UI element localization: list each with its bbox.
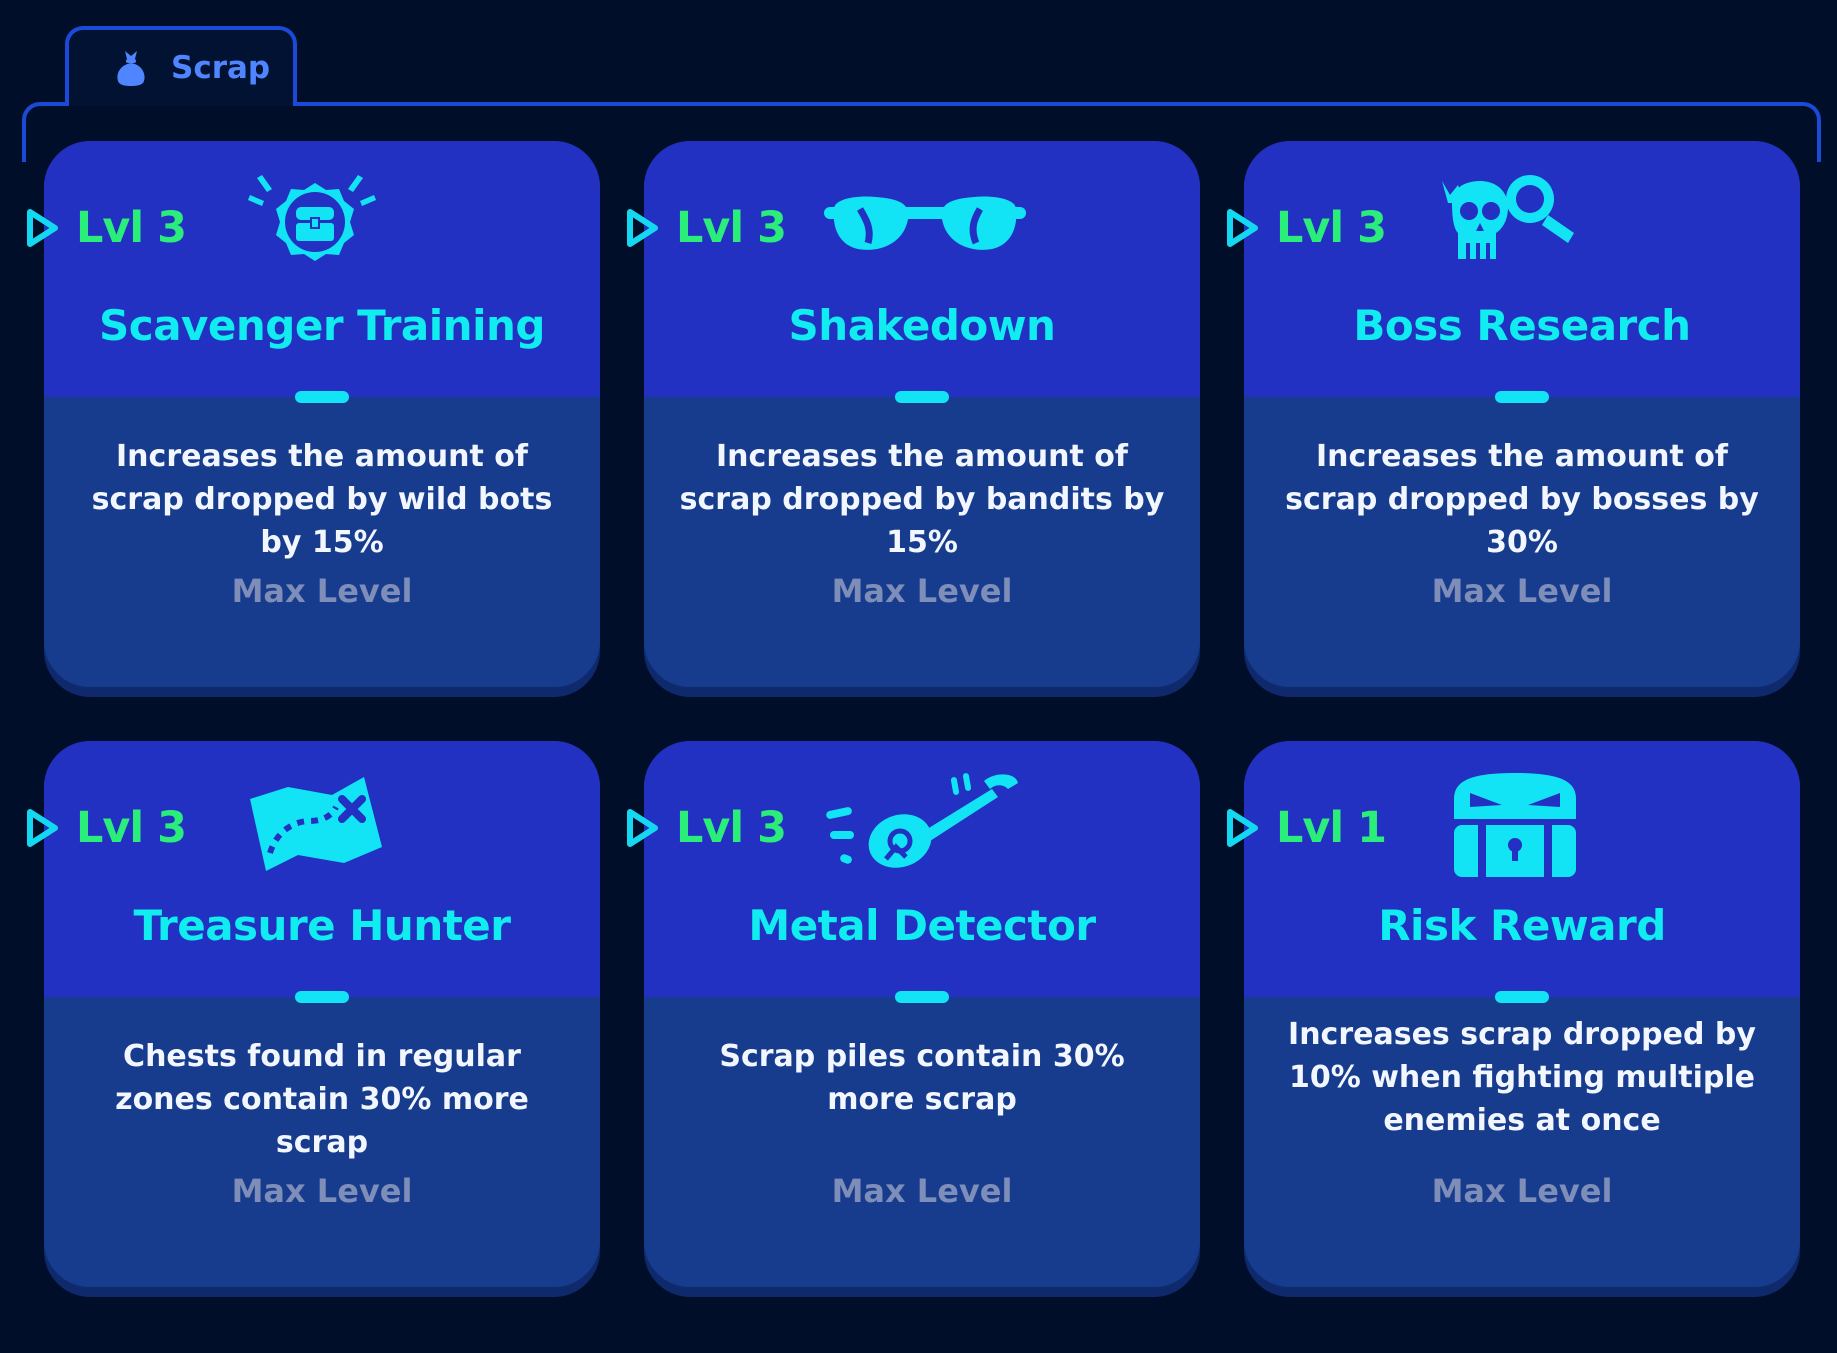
sunglasses-icon [824, 196, 1026, 250]
perk-card-treasure-hunter[interactable]: Lvl 3 Treasure Hunter Chests found in re… [44, 741, 600, 1287]
play-arrow-icon [1227, 809, 1258, 847]
perk-status: Max Level [831, 572, 1013, 610]
perk-title: Metal Detector [748, 901, 1096, 950]
perk-title: Scavenger Training [99, 301, 545, 350]
divider [1495, 391, 1549, 403]
divider [895, 991, 949, 1003]
level-label: Lvl 3 [676, 203, 787, 253]
play-arrow-icon [27, 809, 58, 847]
level-label: Lvl 3 [1276, 203, 1387, 253]
divider [295, 991, 349, 1003]
play-arrow-icon [627, 209, 658, 247]
perk-card-boss-research[interactable]: Lvl 3 Boss Research Increases the amount… [1244, 141, 1800, 687]
perk-card-scavenger-training[interactable]: Lvl 3 Scavenger Training Increases the a… [44, 141, 600, 687]
metal-detector-icon [826, 773, 1018, 868]
play-arrow-icon [27, 209, 58, 247]
perk-card-risk-reward[interactable]: Lvl 1 Risk Reward Increases scrap droppe… [1244, 741, 1800, 1287]
level-label: Lvl 3 [676, 803, 787, 853]
skull-magnifier-icon [1442, 175, 1574, 259]
perk-description: Chests found in regular zones contain 30… [115, 1039, 529, 1160]
perk-title: Shakedown [788, 301, 1056, 350]
perk-description: Scrap piles contain 30% more scrap [719, 1039, 1125, 1117]
perk-status: Max Level [1431, 572, 1613, 610]
level-label: Lvl 3 [76, 203, 187, 253]
treasure-map-icon [250, 777, 382, 871]
divider [1495, 991, 1549, 1003]
divider [295, 391, 349, 403]
perk-description: Increases the amount of scrap dropped by… [1285, 439, 1759, 560]
perk-grid: Lvl 3 Scavenger Training Increases the a… [44, 141, 1801, 1287]
perk-title: Risk Reward [1378, 901, 1666, 950]
perk-description: Increases the amount of scrap dropped by… [679, 439, 1165, 560]
divider [895, 391, 949, 403]
play-arrow-icon [627, 809, 658, 847]
treasure-chest-badge-icon [248, 175, 376, 261]
perk-status: Max Level [231, 1172, 413, 1210]
perk-card-shakedown[interactable]: Lvl 3 Shakedown Increases the amount of … [644, 141, 1200, 687]
perk-status: Max Level [1431, 1172, 1613, 1210]
perk-title: Boss Research [1353, 301, 1691, 350]
tab-scrap[interactable]: Scrap [65, 26, 297, 106]
money-bag-icon [117, 51, 145, 86]
level-label: Lvl 1 [1276, 803, 1387, 853]
play-arrow-icon [1227, 209, 1258, 247]
perk-card-metal-detector[interactable]: Lvl 3 Metal Detector Scrap piles contain… [644, 741, 1200, 1287]
perk-status: Max Level [231, 572, 413, 610]
perk-title: Treasure Hunter [133, 901, 511, 950]
tab-label: Scrap [171, 50, 271, 86]
perk-status: Max Level [831, 1172, 1013, 1210]
perk-description: Increases the amount of scrap dropped by… [91, 439, 553, 560]
angry-chest-icon [1454, 773, 1576, 877]
perk-description: Increases scrap dropped by 10% when figh… [1288, 1017, 1756, 1138]
level-label: Lvl 3 [76, 803, 187, 853]
